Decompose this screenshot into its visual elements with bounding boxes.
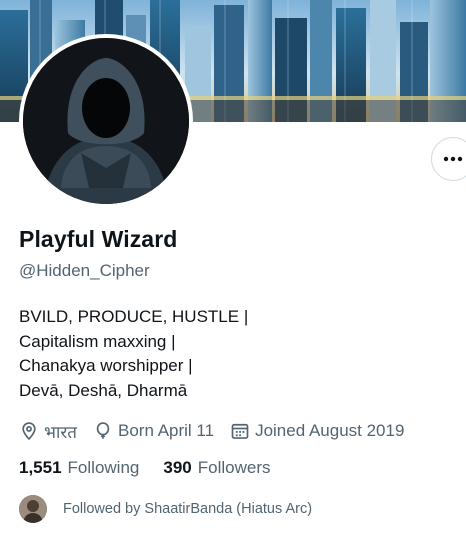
bio-line: Chanakya worshipper | (19, 356, 193, 375)
followed-by-text: Followed by ShaatirBanda (Hiatus Arc) (63, 501, 313, 517)
followers-label: Followers (197, 458, 271, 477)
followers-link[interactable]: 390 Followers (163, 458, 270, 478)
joined-item: Joined August 2019 (230, 421, 404, 441)
follower-avatar[interactable] (19, 495, 47, 523)
following-label: Following (67, 458, 140, 477)
location-text: भारत (44, 422, 77, 442)
bio-line: Devā, Deshā, Dharmā (19, 380, 188, 400)
joined-text: Joined August 2019 (255, 421, 405, 440)
profile-meta: भारत Born April 11 Joined August 2019 (19, 418, 420, 444)
location-item: भारत (19, 420, 77, 443)
followed-by-row[interactable]: Followed by ShaatirBanda (Hiatus Arc) (19, 495, 312, 523)
profile-handle: @Hidden_Cipher (19, 261, 150, 280)
profile-avatar[interactable] (19, 34, 193, 208)
more-horizontal-icon (443, 156, 463, 162)
birthday-text: Born April 11 (118, 421, 215, 440)
following-count: 1,551 (19, 458, 62, 477)
followers-count: 390 (163, 458, 192, 477)
birthday-item: Born April 11 (93, 421, 214, 441)
more-options-button[interactable] (431, 137, 466, 181)
profile-name: Playful Wizard (19, 226, 178, 252)
location-pin-icon (22, 422, 36, 441)
bio-line: Capitalism maxxing | (19, 331, 176, 351)
following-link[interactable]: 1,551 Following (19, 458, 139, 478)
balloon-icon (96, 422, 110, 439)
follow-counts: 1,551 Following 390 Followers (19, 458, 294, 478)
calendar-icon (231, 423, 249, 439)
profile-bio: BVILD, PRODUCE, HUSTLE | Capitalism maxx… (19, 305, 439, 403)
bio-line: BVILD, PRODUCE, HUSTLE | (19, 307, 249, 326)
